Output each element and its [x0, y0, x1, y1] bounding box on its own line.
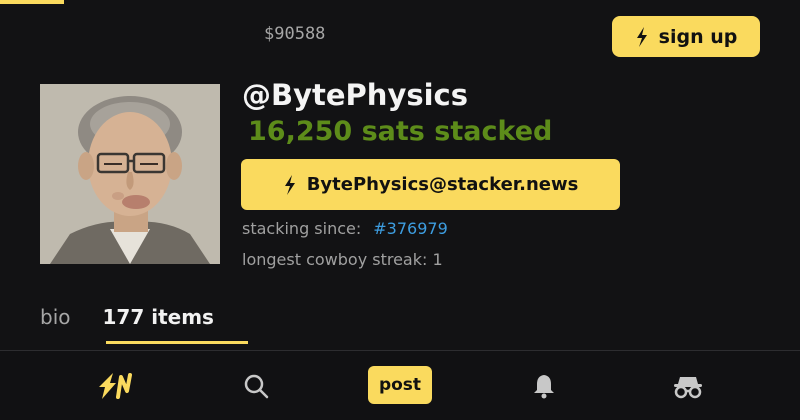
lightning-bolt-icon — [636, 26, 647, 47]
tab-bio[interactable]: bio — [40, 305, 71, 329]
tab-items[interactable]: 177 items — [103, 305, 214, 329]
stacking-since-link[interactable]: #376979 — [373, 219, 447, 238]
anon-nav[interactable] — [670, 351, 706, 420]
active-tab-indicator — [106, 341, 248, 344]
home-nav[interactable] — [92, 351, 140, 420]
post-button[interactable]: post — [368, 366, 432, 404]
lightning-address-label: BytePhysics@stacker.news — [306, 174, 579, 195]
sn-logo-icon — [99, 373, 132, 399]
search-nav[interactable] — [238, 351, 274, 420]
btc-price[interactable]: $90588 — [264, 24, 325, 44]
search-icon — [244, 374, 269, 399]
stacking-since-label: stacking since: — [242, 219, 362, 238]
top-accent-bar — [0, 0, 64, 4]
lightning-address-button[interactable]: BytePhysics@stacker.news — [241, 159, 620, 210]
bottom-nav: post — [0, 350, 800, 420]
signup-label: sign up — [658, 25, 738, 48]
bell-icon — [534, 375, 554, 399]
profile-page: $90588 sign up @BytePhysics 16,250 sats … — [0, 0, 800, 420]
notifications-nav[interactable] — [528, 351, 560, 420]
profile-username: @BytePhysics — [242, 78, 468, 112]
signup-button[interactable]: sign up — [612, 16, 760, 57]
profile-tabs: bio 177 items — [40, 305, 214, 329]
sats-stacked: 16,250 sats stacked — [248, 116, 553, 147]
anon-incognito-icon — [674, 377, 702, 399]
avatar — [40, 84, 220, 264]
cowboy-streak: longest cowboy streak: 1 — [242, 250, 443, 269]
lightning-bolt-icon — [284, 174, 295, 195]
stacking-since: stacking since: #376979 — [242, 219, 448, 238]
